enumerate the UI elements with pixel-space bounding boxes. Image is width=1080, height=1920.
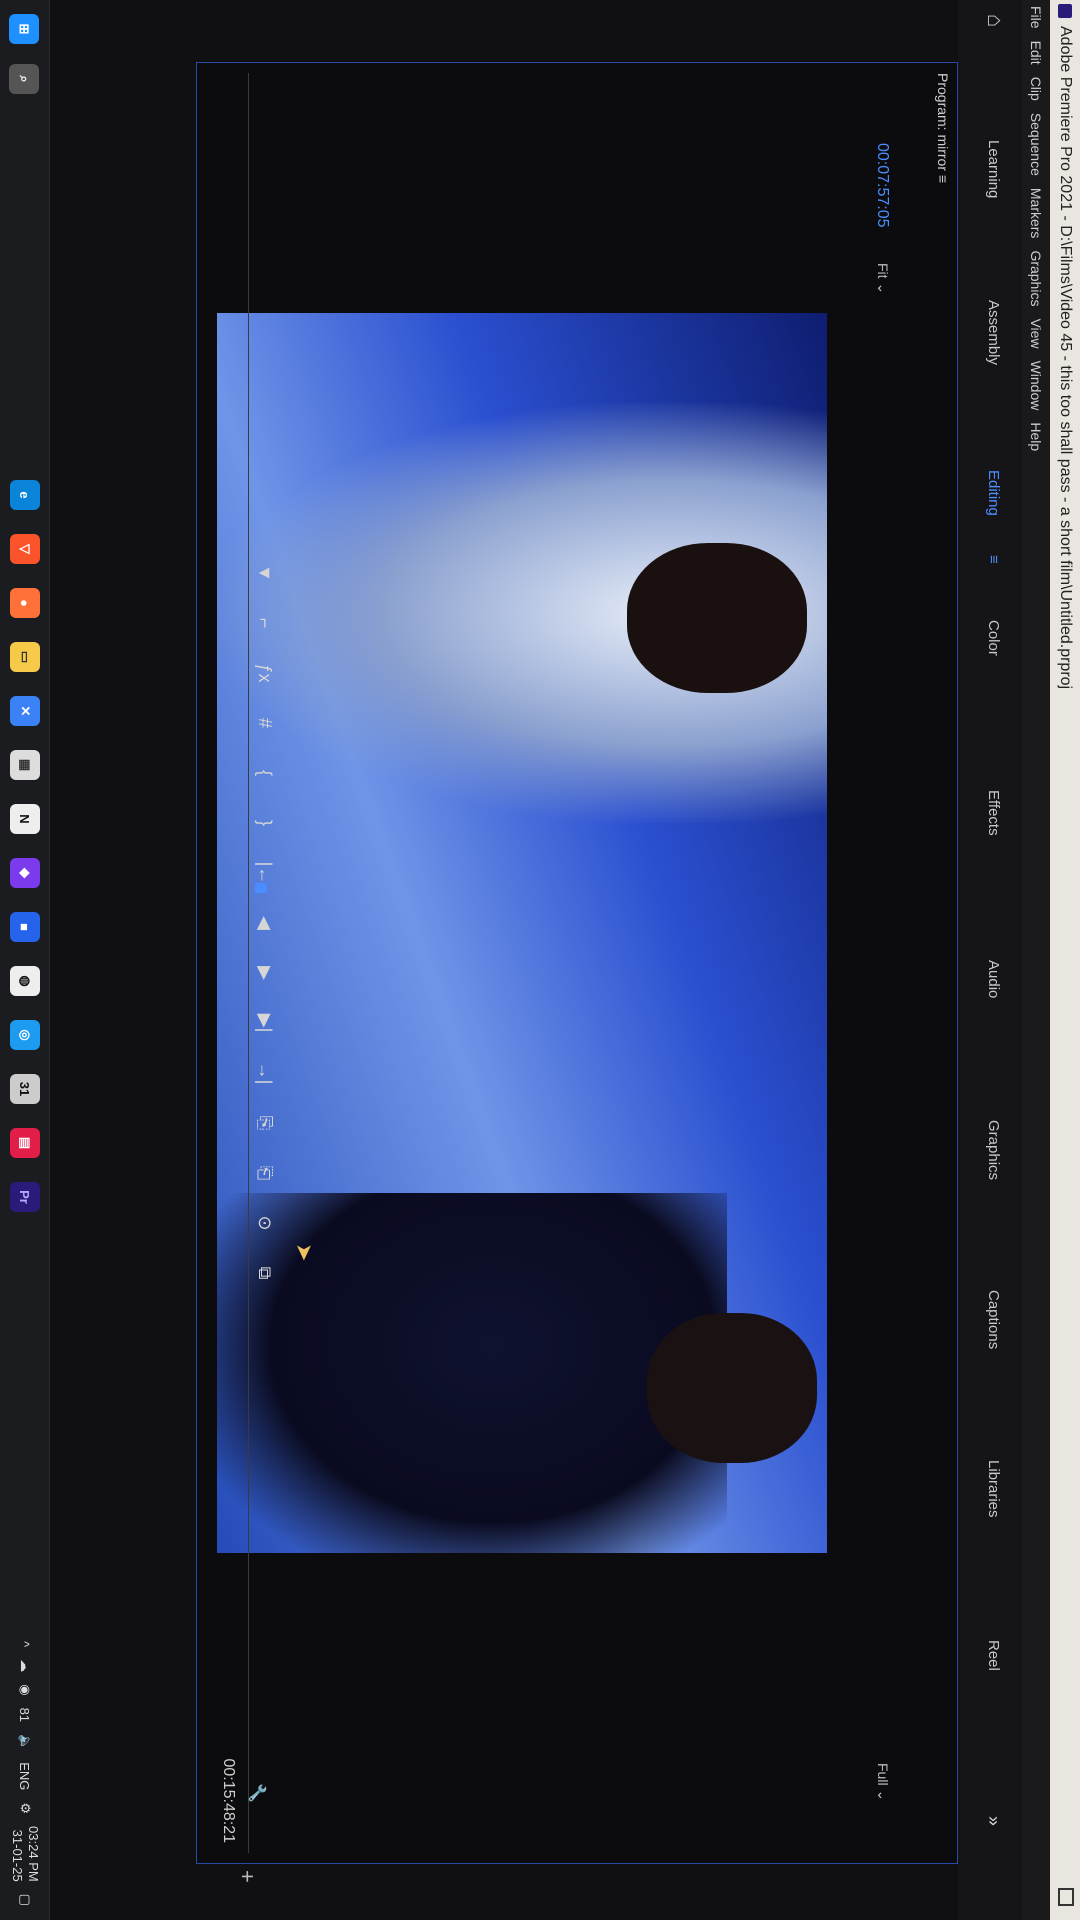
system-tray: ^ ☁ ◉ 81 🔈 ENG ⚙ 03:24 PM 31-01-25 ▢ xyxy=(9,1641,41,1906)
home-icon[interactable]: ⌂ xyxy=(982,14,1008,40)
play-icon[interactable]: ▶ xyxy=(252,960,278,986)
person-right-head xyxy=(647,1313,817,1463)
language-indicator[interactable]: ENG xyxy=(18,1762,33,1790)
add-marker-icon[interactable]: ▼ xyxy=(252,560,278,586)
taskbar-left: ⊞ ⌕ xyxy=(9,14,39,94)
app-icon[interactable]: ■ xyxy=(10,912,40,942)
menu-graphics[interactable]: Graphics xyxy=(1028,250,1044,306)
lift-icon[interactable]: ⎘ xyxy=(252,1110,278,1136)
workspace-captions[interactable]: Captions xyxy=(985,1290,1002,1349)
current-timecode[interactable]: 00:07:57:05 xyxy=(873,143,891,228)
premiere-pro-icon[interactable]: Pr xyxy=(10,1182,40,1212)
duration-timecode: 00:15:48:21 xyxy=(220,1758,237,1843)
mark-in-icon[interactable]: ⌐ xyxy=(252,610,278,636)
workspace-bar: ⌂ Learning Assembly Editing ≡ Color Effe… xyxy=(958,0,1022,1920)
taskbar: ⊞ ⌕ e ▽ ● ▭ ✕ ▦ N ◆ ■ ◍ ◎ 31 ▤ Pr ^ ☁ ◉ … xyxy=(0,0,50,1920)
volume-icon[interactable]: 🔈 xyxy=(17,1734,33,1750)
cloud-icon[interactable]: ☁ xyxy=(17,1659,33,1672)
pdf-icon[interactable]: ▤ xyxy=(10,1128,40,1158)
mouse-cursor-icon: ➤ xyxy=(292,1243,317,1262)
menu-view[interactable]: View xyxy=(1028,318,1044,348)
time-ruler[interactable] xyxy=(248,73,249,1853)
premiere-logo-icon xyxy=(1058,4,1072,18)
safe-margins-icon[interactable]: # xyxy=(252,710,278,736)
start-icon[interactable]: ⊞ xyxy=(9,14,39,44)
clock-date: 31-01-25 xyxy=(10,1829,25,1882)
chrome-icon[interactable]: ◉ xyxy=(17,1684,33,1695)
program-monitor-tab[interactable]: Program: mirror ≡ xyxy=(935,73,951,183)
search-icon[interactable]: ⌕ xyxy=(9,64,39,94)
workspace-libraries[interactable]: Libraries xyxy=(985,1460,1002,1518)
go-to-out-icon[interactable]: →| xyxy=(252,1060,278,1086)
calendar-icon[interactable]: 31 xyxy=(10,1074,40,1104)
add-button-icon[interactable]: + xyxy=(234,1870,260,1883)
transport-controls: ▼ ⌐ ƒx # { } |← ◀ ▶ ▶| →| ⎘ ⎗ ⊙ ⧉ xyxy=(250,560,280,1286)
more-workspaces-icon[interactable]: » xyxy=(983,1816,1004,1826)
edge-icon[interactable]: e xyxy=(10,480,40,510)
video-frame: ➤ xyxy=(217,313,827,1553)
premiere-window: Adobe Premiere Pro 2021 - D:\Films\Video… xyxy=(0,0,1080,1920)
effects-icon[interactable]: ƒx xyxy=(252,660,278,686)
resolution-select[interactable]: Full ⌄ xyxy=(874,1763,891,1801)
export-frame-icon[interactable]: ⊙ xyxy=(252,1210,278,1236)
menu-clip[interactable]: Clip xyxy=(1028,77,1044,101)
workspace-editing[interactable]: Editing xyxy=(985,470,1002,516)
program-monitor-panel: Program: mirror ≡ 00:07:57:05 Fit ⌄ Full… xyxy=(196,62,958,1864)
workspace-assembly[interactable]: Assembly xyxy=(985,300,1002,365)
menu-markers[interactable]: Markers xyxy=(1028,188,1044,239)
panel-menu-icon[interactable]: ≡ xyxy=(935,175,951,183)
go-to-in-icon[interactable]: |← xyxy=(252,860,278,886)
menu-edit[interactable]: Edit xyxy=(1028,41,1044,65)
obsidian-icon[interactable]: ◆ xyxy=(10,858,40,888)
workspace-audio[interactable]: Audio xyxy=(985,960,1002,998)
clock[interactable]: 03:24 PM 31-01-25 xyxy=(9,1826,41,1882)
show-hidden-icon[interactable]: ^ xyxy=(18,1641,33,1647)
settings-wrench-icon[interactable]: 🔧 xyxy=(247,1783,267,1803)
window-title: Adobe Premiere Pro 2021 - D:\Films\Video… xyxy=(1057,26,1074,690)
firefox-icon[interactable]: ● xyxy=(10,588,40,618)
settings-gear-icon[interactable]: ⚙ xyxy=(17,1802,33,1814)
store-icon[interactable]: ▦ xyxy=(10,750,40,780)
workspace-menu-icon[interactable]: ≡ xyxy=(985,555,1002,564)
workspace-graphics[interactable]: Graphics xyxy=(985,1120,1002,1180)
brave-icon[interactable]: ▽ xyxy=(10,534,40,564)
workspace-reel[interactable]: Reel xyxy=(985,1640,1002,1671)
step-forward-icon[interactable]: ▶| xyxy=(252,1010,278,1036)
menu-window[interactable]: Window xyxy=(1028,361,1044,411)
file-explorer-icon[interactable]: ▭ xyxy=(10,642,40,672)
menu-file[interactable]: File xyxy=(1028,6,1044,29)
menu-help[interactable]: Help xyxy=(1028,422,1044,451)
restore-window-icon[interactable] xyxy=(1058,1888,1074,1906)
taskbar-apps: e ▽ ● ▭ ✕ ▦ N ◆ ■ ◍ ◎ 31 ▤ Pr xyxy=(10,480,40,1212)
notification-badge[interactable]: 81 xyxy=(18,1708,33,1722)
person-left-head xyxy=(627,543,807,693)
extract-icon[interactable]: ⎗ xyxy=(252,1160,278,1186)
comparison-view-icon[interactable]: ⧉ xyxy=(252,1260,278,1286)
mark-out-bracket-icon[interactable]: } xyxy=(252,810,278,836)
menu-bar: File Edit Clip Sequence Markers Graphics… xyxy=(1022,0,1050,1920)
teams-icon[interactable]: ✕ xyxy=(10,696,40,726)
safari-icon[interactable]: ◎ xyxy=(10,1020,40,1050)
menu-sequence[interactable]: Sequence xyxy=(1028,113,1044,176)
workspace-effects[interactable]: Effects xyxy=(985,790,1002,836)
notifications-icon[interactable]: ▢ xyxy=(17,1894,33,1906)
notion-icon[interactable]: N xyxy=(10,804,40,834)
workspace-learning[interactable]: Learning xyxy=(985,140,1002,198)
step-back-icon[interactable]: ◀ xyxy=(252,910,278,936)
opera-icon[interactable]: ◍ xyxy=(10,966,40,996)
clock-time: 03:24 PM xyxy=(26,1826,41,1882)
mark-in-bracket-icon[interactable]: { xyxy=(252,760,278,786)
workspace-color[interactable]: Color xyxy=(985,620,1002,656)
title-bar: Adobe Premiere Pro 2021 - D:\Films\Video… xyxy=(1050,0,1080,1920)
zoom-fit-select[interactable]: Fit ⌄ xyxy=(874,263,891,294)
